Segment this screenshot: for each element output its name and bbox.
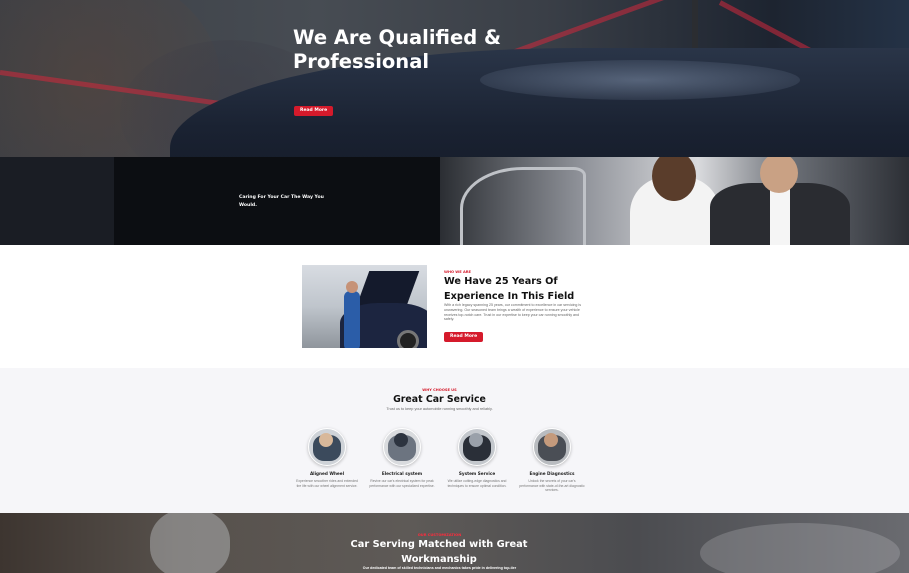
service-name: Aligned Wheel	[309, 471, 345, 476]
about-paragraph: With a rich legacy spanning 25 years, ou…	[444, 303, 582, 322]
about-read-more-button[interactable]: Read More	[444, 332, 484, 342]
hero-read-more-button[interactable]: Read More	[294, 106, 334, 116]
mechanic-photo	[302, 265, 427, 348]
intro-band: Caring For Your Car The Way You Would.	[0, 157, 909, 245]
service-description: We utilize cutting-edge diagnostics and …	[447, 479, 507, 488]
service-card-system-service[interactable]: System Service We utilize cutting-edge d…	[444, 428, 510, 488]
service-name: Electrical system	[381, 471, 423, 476]
cta-section: OUR CUSTOMIZATION Car Serving Matched wi…	[0, 513, 909, 573]
man-shirt	[770, 189, 790, 245]
hero-car-shine	[480, 60, 800, 100]
services-section: WHY CHOOSE US Great Car Service Trust us…	[0, 368, 909, 513]
mechanic-head	[346, 281, 358, 293]
system-service-icon	[458, 428, 496, 466]
about-title: We Have 25 Years Of Experience In This F…	[444, 276, 575, 302]
service-card-electrical-system[interactable]: Electrical system Revive our car's elect…	[369, 428, 435, 488]
band-people-photo	[440, 157, 909, 245]
services-title: Great Car Service	[393, 394, 486, 405]
service-card-engine-diagnostics[interactable]: Engine Diagnostics Unlock the secrets of…	[519, 428, 585, 493]
mechanic-figure	[344, 291, 360, 348]
hero-section: We Are Qualified & Professional Read Mor…	[0, 0, 909, 157]
cta-background-hand	[150, 513, 230, 573]
service-card-aligned-wheel[interactable]: Aligned Wheel Experience smoother rides …	[294, 428, 360, 488]
wheel-alignment-icon	[308, 428, 346, 466]
wheel-shape	[397, 330, 419, 348]
service-name: System Service	[458, 471, 496, 476]
services-eyebrow: WHY CHOOSE US	[422, 388, 457, 392]
band-dark-panel	[0, 157, 114, 245]
car-door-shape	[460, 167, 586, 245]
about-eyebrow: WHO WE ARE	[444, 270, 471, 274]
service-description: Revive our car's electrical system for p…	[369, 479, 435, 488]
about-section: WHO WE ARE We Have 25 Years Of Experienc…	[0, 245, 909, 368]
service-name: Engine Diagnostics	[529, 471, 575, 476]
services-subtitle: Trust us to keep your automobile running…	[386, 407, 493, 411]
cta-title: Car Serving Matched with Great Workmansh…	[350, 539, 528, 565]
hero-title: We Are Qualified & Professional	[293, 26, 501, 73]
cta-paragraph: Our dedicated team of skilled technician…	[362, 566, 517, 570]
service-description: Experience smoother rides and extended t…	[296, 479, 358, 488]
service-description: Unlock the secrets of your car's perform…	[519, 479, 585, 493]
electrical-system-icon	[383, 428, 421, 466]
band-tagline: Caring For Your Car The Way You Would.	[239, 195, 324, 208]
engine-diagnostics-icon	[533, 428, 571, 466]
